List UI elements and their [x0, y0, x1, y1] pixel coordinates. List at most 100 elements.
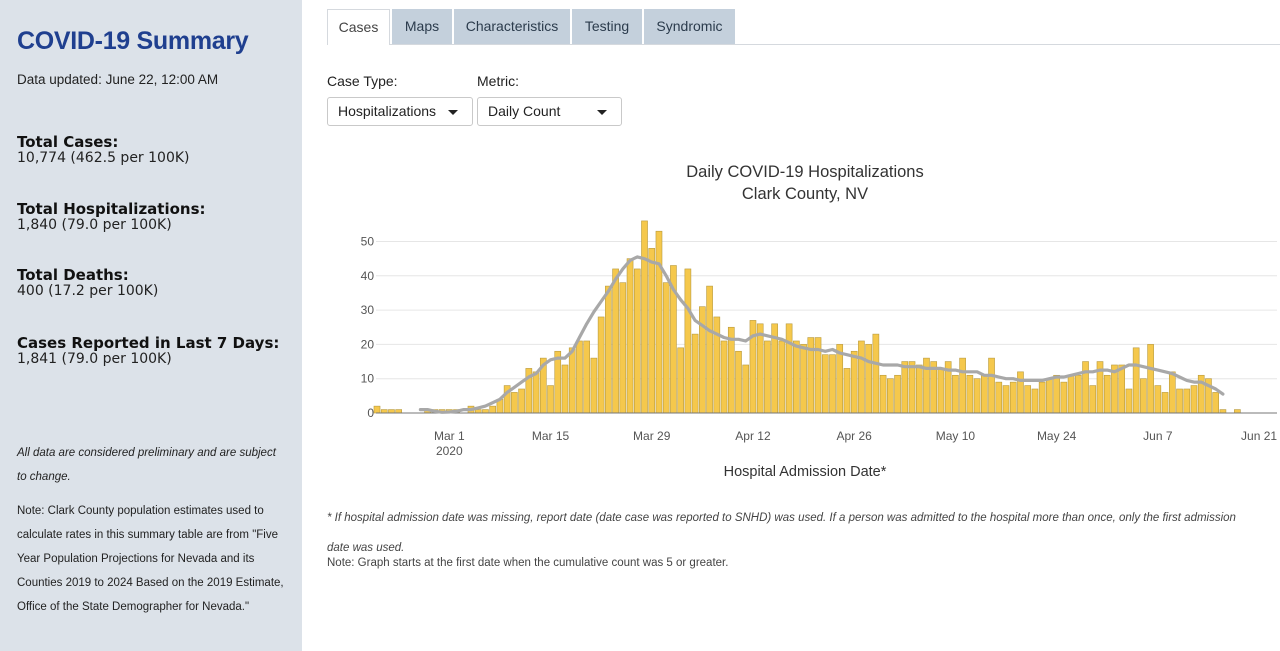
x-tick-label: Jun 7: [1143, 429, 1173, 443]
bar: [720, 340, 728, 414]
bar: [554, 350, 562, 414]
bar: [380, 409, 388, 414]
stat-total-cases: Total Cases: 10,774 (462.5 per 100K): [17, 134, 190, 166]
bar: [1176, 388, 1183, 414]
bar: [684, 268, 692, 414]
bar: [576, 340, 583, 414]
tab-cases[interactable]: Cases: [327, 9, 390, 45]
bar: [995, 381, 1003, 414]
bar: [1067, 374, 1075, 414]
x-tick-label: Jun 21: [1241, 429, 1277, 443]
stat-label: Total Cases:: [17, 133, 119, 151]
bar: [988, 357, 995, 414]
bar: [1031, 388, 1039, 414]
x-tick-sublabel: 2020: [436, 444, 463, 458]
bar: [568, 347, 576, 414]
x-tick-label: Mar 1: [434, 429, 465, 443]
bar: [785, 323, 793, 414]
y-tick-label: 30: [361, 303, 375, 317]
population-note: Note: Clark County population estimates …: [17, 505, 284, 613]
tab-syndromic[interactable]: Syndromic: [644, 9, 735, 44]
tab-testing[interactable]: Testing: [572, 9, 642, 44]
chevron-down-icon: [448, 110, 458, 115]
bar: [648, 248, 656, 414]
bar: [800, 344, 807, 414]
summary-title: COVID-19 Summary: [17, 27, 249, 55]
bar: [612, 268, 619, 414]
bar: [966, 374, 974, 414]
bar: [597, 316, 605, 414]
y-tick-label: 10: [361, 372, 375, 386]
bar: [821, 354, 829, 414]
bar: [937, 368, 945, 414]
bar: [1009, 381, 1017, 414]
bar: [901, 361, 909, 414]
bar: [641, 220, 648, 414]
stat-total-hospitalizations: Total Hospitalizations: 1,840 (79.0 per …: [17, 201, 206, 233]
tab-maps[interactable]: Maps: [392, 9, 452, 44]
bar: [915, 364, 923, 414]
bar: [908, 361, 916, 414]
preliminary-note: All data are considered preliminary and …: [17, 447, 276, 483]
chevron-down-icon: [597, 110, 607, 115]
bar: [756, 323, 764, 414]
x-tick-label: May 24: [1037, 429, 1077, 443]
y-tick-label: 50: [361, 235, 375, 249]
bar: [489, 405, 496, 414]
bar: [973, 378, 981, 414]
case-type-selected-value: Hospitalizations: [338, 103, 437, 119]
tab-characteristics[interactable]: Characteristics: [454, 9, 570, 44]
bar: [590, 357, 598, 414]
bar: [583, 340, 590, 414]
bar: [395, 409, 403, 414]
bar: [1125, 388, 1133, 414]
stat-label: Cases Reported in Last 7 Days:: [17, 334, 280, 352]
bar: [872, 333, 880, 414]
bar: [887, 378, 894, 414]
bar: [793, 340, 800, 414]
x-axis-title: Hospital Admission Date*: [724, 464, 887, 480]
x-tick-label: May 10: [936, 429, 976, 443]
bar: [655, 230, 663, 414]
bar: [605, 285, 612, 414]
admission-date-footnote: * If hospital admission date was missing…: [327, 512, 1236, 554]
bar: [764, 340, 771, 414]
case-type-label: Case Type:: [327, 73, 398, 89]
bar: [1053, 374, 1060, 414]
bar: [1154, 385, 1162, 414]
metric-selected-value: Daily Count: [488, 103, 561, 119]
bar: [959, 357, 966, 414]
metric-label: Metric:: [477, 73, 519, 89]
bar: [829, 354, 836, 414]
bar: [561, 364, 569, 414]
bar: [1190, 385, 1198, 414]
bar: [518, 388, 525, 414]
bar: [1024, 385, 1032, 414]
bar: [735, 350, 742, 414]
x-tick-label: Apr 26: [837, 429, 873, 443]
metric-select[interactable]: Daily Count: [477, 97, 622, 126]
bar: [1161, 392, 1169, 414]
bar: [626, 258, 634, 414]
bar: [1219, 409, 1227, 414]
chart-subtitle: Clark County, NV: [741, 185, 869, 203]
summary-sidebar: COVID-19 Summary Data updated: June 22, …: [0, 0, 302, 651]
bar: [706, 285, 713, 414]
bar: [1038, 381, 1046, 414]
bar: [952, 374, 959, 414]
stat-total-deaths: Total Deaths: 400 (17.2 per 100K): [17, 267, 158, 299]
bar: [677, 347, 684, 414]
bar: [1074, 374, 1082, 414]
bar: [1168, 371, 1176, 414]
bar: [1132, 347, 1140, 414]
bar: [865, 344, 872, 414]
bar: [388, 409, 395, 414]
x-tick-label: Mar 15: [532, 429, 570, 443]
bar: [619, 282, 627, 414]
case-type-select[interactable]: Hospitalizations: [327, 97, 473, 126]
bar: [474, 409, 482, 414]
bar: [778, 340, 786, 414]
stat-value: 10,774 (462.5 per 100K): [17, 150, 190, 166]
bar: [858, 340, 865, 414]
tab-divider: [327, 44, 1280, 45]
